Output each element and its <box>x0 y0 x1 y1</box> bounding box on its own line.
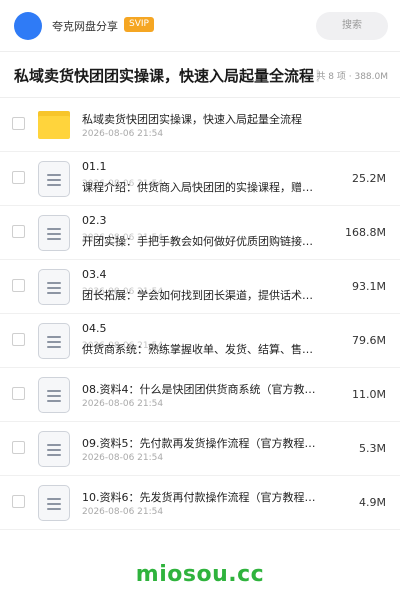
item-name: 10.资料6：先发货再付款操作流程（官方教程）.m… <box>82 491 318 504</box>
list-item[interactable]: 01.1 2026-08-06 21:54 课程介绍：供货商入局快团团的实操课程… <box>0 152 400 206</box>
item-date: 2026-08-06 21:54 <box>82 399 164 409</box>
select-checkbox[interactable] <box>12 279 25 292</box>
document-icon <box>38 215 70 251</box>
list-item[interactable]: 10.资料6：先发货再付款操作流程（官方教程）.m… 2026-08-06 21… <box>0 476 400 530</box>
list-item[interactable]: 03.4 2026-08-06 21:54 团长拓展：学会如何找到团长渠道，提供… <box>0 260 400 314</box>
document-icon <box>38 431 70 467</box>
item-description: 供货商系统：熟练掌握收单、发货、结算、售… <box>82 343 313 356</box>
item-name: 08.资料4：什么是快团团供货商系统（官方教程）.… <box>82 383 318 396</box>
select-checkbox[interactable] <box>12 387 25 400</box>
item-name: 02.3 <box>82 214 107 227</box>
select-checkbox[interactable] <box>12 171 25 184</box>
item-name: 09.资料5：先付款再发货操作流程（官方教程）.m… <box>82 437 318 450</box>
document-icon <box>38 269 70 305</box>
folder-title-bar: 私域卖货快团团实操课，快速入局起量全流程！ 共 8 项 · 388.0M <box>0 52 400 98</box>
select-checkbox[interactable] <box>12 495 25 508</box>
list-item[interactable]: 02.3 2026-08-06 21:54 开团实操：手把手教会如何做好优质团购… <box>0 206 400 260</box>
app-header: 夸克网盘分享 SVIP 搜索 <box>0 0 400 52</box>
select-checkbox[interactable] <box>12 441 25 454</box>
item-size: 79.6M <box>352 334 386 347</box>
site-watermark: miosou.cc <box>135 562 265 587</box>
item-name: 04.5 <box>82 322 107 335</box>
document-icon <box>38 161 70 197</box>
select-checkbox[interactable] <box>12 117 25 130</box>
page-title: 私域卖货快团团实操课，快速入局起量全流程！ <box>14 67 330 85</box>
item-name: 03.4 <box>82 268 107 281</box>
document-icon <box>38 485 70 521</box>
document-icon <box>38 323 70 359</box>
item-size: 25.2M <box>352 172 386 185</box>
item-date: 2026-08-06 21:54 <box>82 453 164 463</box>
avatar[interactable] <box>14 12 42 40</box>
list-item[interactable]: 私域卖货快团团实操课，快速入局起量全流程 2026-08-06 21:54 <box>0 98 400 152</box>
svip-badge: SVIP <box>124 17 154 32</box>
list-item[interactable]: 09.资料5：先付款再发货操作流程（官方教程）.m… 2026-08-06 21… <box>0 422 400 476</box>
item-name: 私域卖货快团团实操课，快速入局起量全流程 <box>82 113 302 126</box>
list-item[interactable]: 04.5 2026-08-06 21:54 供货商系统：熟练掌握收单、发货、结算… <box>0 314 400 368</box>
search-button[interactable]: 搜索 <box>316 12 388 40</box>
item-description: 团长拓展：学会如何找到团长渠道，提供话术… <box>82 289 313 302</box>
item-size: 4.9M <box>359 496 386 509</box>
item-description: 课程介绍：供货商入局快团团的实操课程，赠… <box>82 181 313 194</box>
select-checkbox[interactable] <box>12 333 25 346</box>
item-description: 开团实操：手把手教会如何做好优质团购链接… <box>82 235 313 248</box>
item-size: 93.1M <box>352 280 386 293</box>
document-icon <box>38 377 70 413</box>
folder-item-count: 共 8 项 · 388.0M <box>314 69 388 82</box>
select-checkbox[interactable] <box>12 225 25 238</box>
item-size: 168.8M <box>345 226 386 239</box>
item-date: 2026-08-06 21:54 <box>82 129 164 139</box>
list-item[interactable]: 08.资料4：什么是快团团供货商系统（官方教程）.… 2026-08-06 21… <box>0 368 400 422</box>
item-date: 2026-08-06 21:54 <box>82 507 164 517</box>
item-size: 11.0M <box>352 388 386 401</box>
item-size: 5.3M <box>359 442 386 455</box>
item-name: 01.1 <box>82 160 107 173</box>
share-username: 夸克网盘分享 <box>52 20 118 33</box>
folder-icon <box>38 107 70 143</box>
